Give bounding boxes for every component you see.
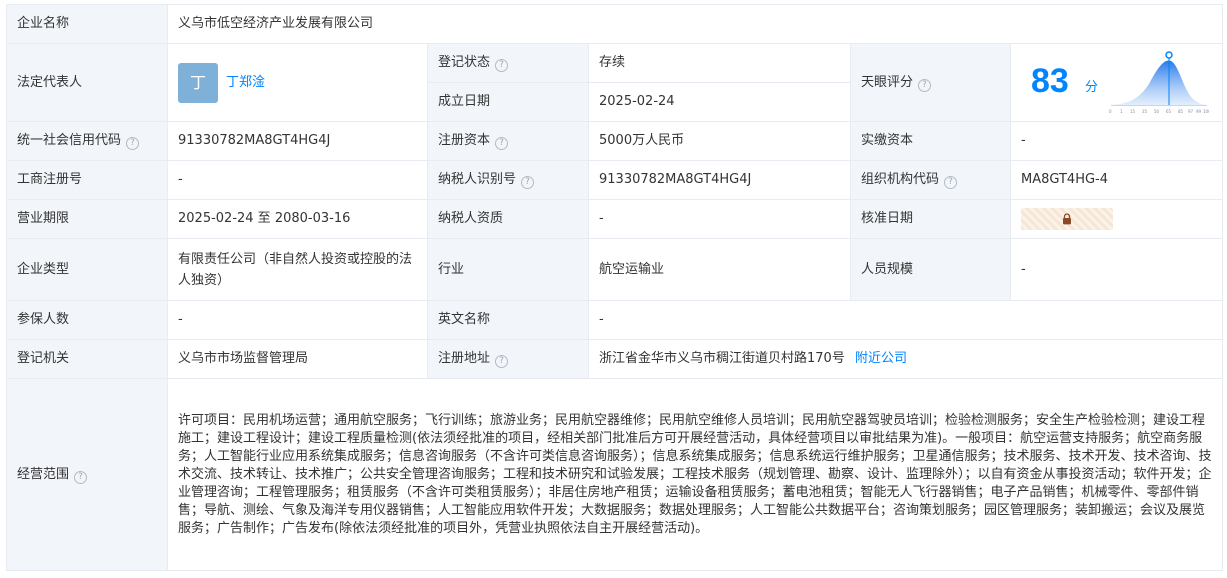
locked-value[interactable] xyxy=(1021,208,1113,230)
company-info-table: 企业名称 义乌市低空经济产业发展有限公司 法定代表人 丁丁郑淦 登记状态? 存续… xyxy=(6,4,1223,571)
help-icon[interactable]: ? xyxy=(521,176,535,189)
paid-capital-value: - xyxy=(1010,121,1223,161)
tick-label: 85 xyxy=(1178,109,1184,114)
company-name-value: 义乌市低空经济产业发展有限公司 xyxy=(167,4,1223,44)
staff-size-label: 人员规模 xyxy=(850,238,1011,301)
scope-label: 经营范围? xyxy=(6,378,168,571)
row-company-name: 企业名称 义乌市低空经济产业发展有限公司 xyxy=(6,4,1223,44)
credit-code-value: 91330782MA8GT4HG4J xyxy=(167,121,428,161)
tianyan-score-unit: 分 xyxy=(1085,79,1099,95)
help-icon[interactable]: ? xyxy=(918,78,932,92)
scope-value: 许可项目：民用机场运营；通用航空服务；飞行训练；旅游业务；民用航空器维修；民用航… xyxy=(167,378,1223,571)
bell-curve-fill xyxy=(1111,60,1207,105)
company-type-label: 企业类型 xyxy=(6,238,168,301)
reg-address-label: 注册地址? xyxy=(427,339,589,379)
org-code-label: 组织机构代码? xyxy=(850,160,1011,200)
english-name-value: - xyxy=(588,300,1223,340)
score-marker-dot xyxy=(1165,50,1173,59)
taxpayer-id-label: 纳税人识别号? xyxy=(427,160,589,200)
taxpayer-id-label-text: 纳税人识别号 xyxy=(438,172,517,187)
tick-label: 99 xyxy=(1196,109,1202,114)
reg-status-label-text: 登记状态 xyxy=(438,55,491,70)
business-reg-value: - xyxy=(167,160,428,200)
paid-capital-label: 实缴资本 xyxy=(850,121,1011,161)
row-business-reg: 工商注册号 - 纳税人识别号? 91330782MA8GT4HG4J 组织机构代… xyxy=(6,160,1223,200)
tick-label: 0 xyxy=(1109,109,1112,114)
insured-label: 参保人数 xyxy=(6,300,168,340)
row-credit-code: 统一社会信用代码? 91330782MA8GT4HG4J 注册资本? 5000万… xyxy=(6,121,1223,161)
industry-value: 航空运输业 xyxy=(588,238,851,301)
legal-rep-cell: 丁丁郑淦 xyxy=(167,43,428,122)
score-bell-curve: 0 1 15 35 50 65 85 97 99 100 xyxy=(1109,50,1209,114)
tick-label: 50 xyxy=(1154,109,1160,114)
lock-icon xyxy=(1063,213,1071,225)
legal-rep-label: 法定代表人 xyxy=(6,43,168,122)
tick-label: 15 xyxy=(1130,109,1136,114)
help-icon[interactable]: ? xyxy=(495,137,509,150)
row-term: 营业期限 2025-02-24 至 2080-03-16 纳税人资质 - 核准日… xyxy=(6,199,1223,239)
taxpayer-qual-label: 纳税人资质 xyxy=(427,199,589,239)
org-code-label-text: 组织机构代码 xyxy=(861,172,940,187)
tick-label: 97 xyxy=(1188,109,1194,114)
tick-label: 100 xyxy=(1203,109,1209,114)
company-type-value: 有限责任公司（非自然人投资或控股的法人独资） xyxy=(167,238,428,301)
tianyan-score-cell[interactable]: 83 分 0 1 15 35 50 65 85 97 99 10 xyxy=(1010,43,1223,122)
org-code-value: MA8GT4HG-4 xyxy=(1010,160,1223,200)
row-company-type: 企业类型 有限责任公司（非自然人投资或控股的法人独资） 行业 航空运输业 人员规… xyxy=(6,238,1223,301)
row-insured: 参保人数 - 英文名称 - xyxy=(6,300,1223,340)
credit-code-label: 统一社会信用代码? xyxy=(6,121,168,161)
help-icon[interactable]: ? xyxy=(126,137,140,150)
staff-size-value: - xyxy=(1010,238,1223,301)
row-legal-rep: 法定代表人 丁丁郑淦 登记状态? 存续 天眼评分? 83 分 0 1 15 35… xyxy=(6,43,1223,122)
avatar[interactable]: 丁 xyxy=(178,62,218,103)
business-reg-label: 工商注册号 xyxy=(6,160,168,200)
reg-address-text: 浙江省金华市义乌市稠江街道贝村路170号 xyxy=(599,351,845,366)
established-label: 成立日期 xyxy=(427,82,589,122)
reg-address-value: 浙江省金华市义乌市稠江街道贝村路170号 附近公司 xyxy=(588,339,1223,379)
established-value: 2025-02-24 xyxy=(588,82,851,122)
tianyan-score: 83 xyxy=(1031,61,1069,100)
tick-label: 1 xyxy=(1120,109,1123,114)
taxpayer-id-value: 91330782MA8GT4HG4J xyxy=(588,160,851,200)
taxpayer-qual-value: - xyxy=(588,199,851,239)
row-reg-authority: 登记机关 义乌市市场监督管理局 注册地址? 浙江省金华市义乌市稠江街道贝村路17… xyxy=(6,339,1223,379)
tick-label: 35 xyxy=(1142,109,1148,114)
help-icon[interactable]: ? xyxy=(944,176,958,189)
bell-axis-ticks: 0 1 15 35 50 65 85 97 99 100 xyxy=(1109,109,1209,114)
reg-capital-label: 注册资本? xyxy=(427,121,589,161)
approval-date-label: 核准日期 xyxy=(850,199,1011,239)
reg-capital-label-text: 注册资本 xyxy=(438,133,491,148)
reg-capital-value: 5000万人民币 xyxy=(588,121,851,161)
insured-value: - xyxy=(167,300,428,340)
term-label: 营业期限 xyxy=(6,199,168,239)
tianyan-label: 天眼评分? xyxy=(850,43,1011,122)
credit-code-label-text: 统一社会信用代码 xyxy=(17,133,122,148)
reg-authority-label: 登记机关 xyxy=(6,339,168,379)
approval-date-value xyxy=(1010,199,1223,239)
row-scope: 经营范围? 许可项目：民用机场运营；通用航空服务；飞行训练；旅游业务；民用航空器… xyxy=(6,378,1223,571)
english-name-label: 英文名称 xyxy=(427,300,589,340)
reg-status-label: 登记状态? xyxy=(427,43,589,83)
term-value: 2025-02-24 至 2080-03-16 xyxy=(167,199,428,239)
help-icon[interactable]: ? xyxy=(495,355,509,368)
scope-label-text: 经营范围 xyxy=(17,466,70,482)
legal-rep-link[interactable]: 丁郑淦 xyxy=(226,75,265,90)
reg-authority-value: 义乌市市场监督管理局 xyxy=(167,339,428,379)
industry-label: 行业 xyxy=(427,238,589,301)
tianyan-label-text: 天眼评分 xyxy=(861,74,914,90)
company-name-label: 企业名称 xyxy=(6,4,168,44)
help-icon[interactable]: ? xyxy=(74,470,88,484)
company-info-panel: 企业名称 义乌市低空经济产业发展有限公司 法定代表人 丁丁郑淦 登记状态? 存续… xyxy=(6,4,1223,574)
tick-label: 65 xyxy=(1166,109,1172,114)
reg-address-label-text: 注册地址 xyxy=(438,351,491,366)
reg-status-value: 存续 xyxy=(588,43,851,83)
nearby-companies-link[interactable]: 附近公司 xyxy=(855,351,907,366)
help-icon[interactable]: ? xyxy=(495,59,509,72)
